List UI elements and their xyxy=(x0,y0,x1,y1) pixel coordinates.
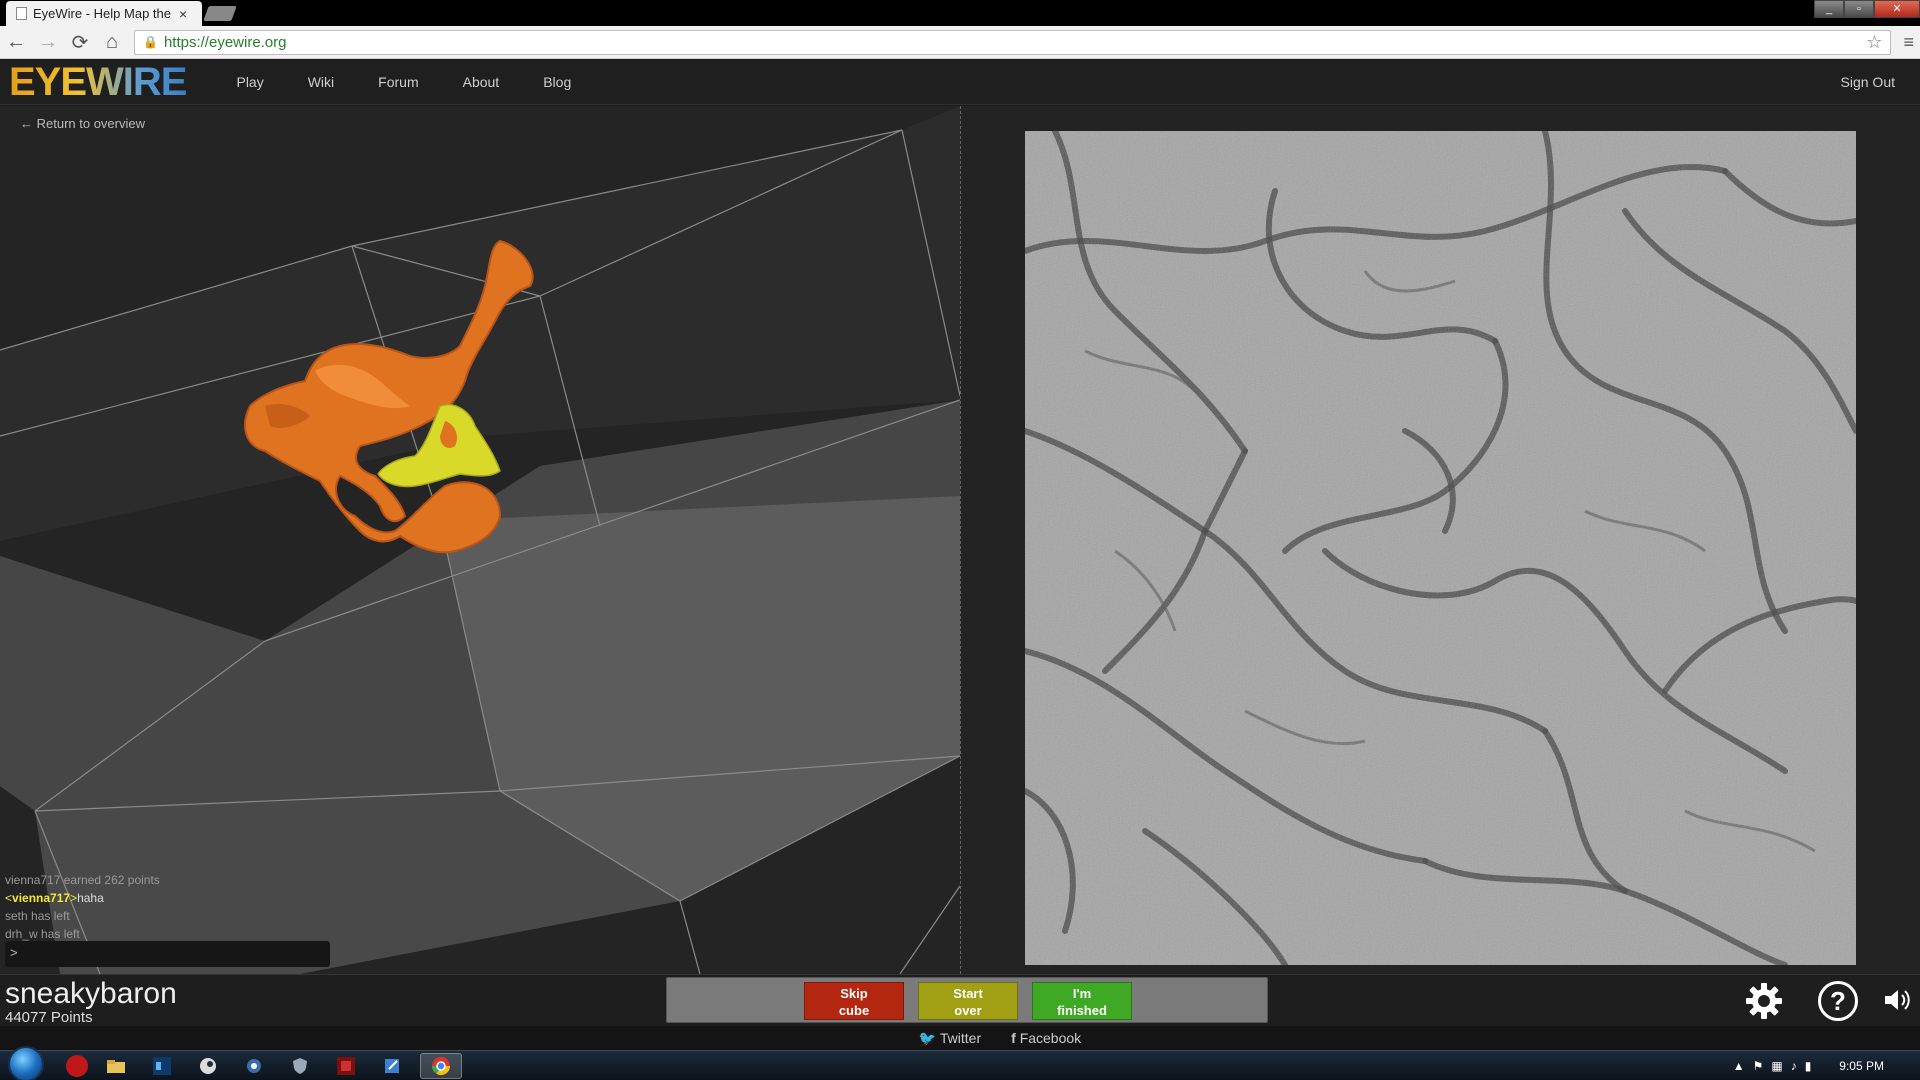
maximize-button[interactable]: ▫ xyxy=(1844,0,1874,18)
bookmark-star-icon[interactable]: ☆ xyxy=(1866,32,1882,53)
view-divider xyxy=(960,106,961,974)
clock[interactable]: 9:05 PM xyxy=(1839,1059,1884,1073)
note-icon[interactable] xyxy=(374,1053,410,1079)
button-label: Skip xyxy=(840,986,868,1001)
start-button[interactable] xyxy=(8,1045,44,1080)
steam-icon[interactable] xyxy=(190,1053,226,1079)
username[interactable]: sneakybaron xyxy=(5,977,177,1011)
facebook-icon: f xyxy=(1011,1030,1016,1046)
button-label: cube xyxy=(838,1003,870,1018)
browser-tab[interactable]: EyeWire - Help Map the R × xyxy=(6,1,202,26)
url-text[interactable]: https://eyewire.org xyxy=(164,34,287,51)
volume-icon[interactable]: ♪ xyxy=(1791,1059,1797,1073)
facebook-label: Facebook xyxy=(1019,1030,1082,1046)
nav-wiki[interactable]: Wiki xyxy=(286,74,356,90)
nav-forum[interactable]: Forum xyxy=(356,74,440,90)
main-nav: Play Wiki Forum About Blog xyxy=(214,74,593,90)
chat-line: <vienna717>haha xyxy=(5,889,335,907)
browser-tabstrip: EyeWire - Help Map the R × _ ▫ ✕ xyxy=(0,0,1920,26)
chat-username[interactable]: vienna717 xyxy=(12,891,70,905)
reload-icon[interactable]: ⟳ xyxy=(70,30,90,55)
tray-arrow-icon[interactable]: ▲ xyxy=(1733,1059,1745,1073)
chrome-icon[interactable] xyxy=(420,1052,462,1079)
action-panel: Skip cube Start over I'm finished xyxy=(666,977,1268,1023)
game-workspace: ← Return to overview vienna717 earned 26… xyxy=(0,106,1920,974)
social-links: 🐦 Twitter f Facebook xyxy=(0,1026,1920,1050)
nav-about[interactable]: About xyxy=(441,74,522,90)
facebook-link[interactable]: f Facebook xyxy=(1011,1030,1081,1046)
back-arrow-icon[interactable]: ← xyxy=(6,31,26,54)
tab-close-icon[interactable]: × xyxy=(179,6,187,22)
return-to-overview-link[interactable]: ← Return to overview xyxy=(20,116,145,131)
twitter-icon: 🐦 xyxy=(918,1029,937,1046)
button-label: Start xyxy=(953,986,983,1001)
start-over-button[interactable]: Start over xyxy=(918,982,1018,1020)
em-image[interactable] xyxy=(1025,131,1856,965)
button-label: finished xyxy=(1057,1003,1107,1018)
close-window-button[interactable]: ✕ xyxy=(1874,0,1920,18)
browser-menu-icon[interactable]: ≡ xyxy=(1903,32,1914,53)
chat-log: vienna717 earned 262 points <vienna717>h… xyxy=(5,871,335,943)
os-taskbar: ▲ ⚑ ▦ ♪ ▮ 9:05 PM xyxy=(0,1045,1920,1080)
3d-cube-scene[interactable] xyxy=(0,106,960,974)
window-controls: _ ▫ ✕ xyxy=(1814,0,1920,18)
chat-message: haha xyxy=(77,891,104,905)
3d-view[interactable]: ← Return to overview vienna717 earned 26… xyxy=(0,106,960,974)
signal-icon[interactable]: ▮ xyxy=(1805,1059,1812,1073)
button-label: over xyxy=(954,1003,982,1018)
new-tab-button[interactable] xyxy=(203,6,237,21)
minimize-button[interactable]: _ xyxy=(1814,0,1844,18)
app-icon[interactable] xyxy=(236,1053,272,1079)
shield-icon[interactable] xyxy=(282,1053,318,1079)
finished-button[interactable]: I'm finished xyxy=(1032,982,1132,1020)
twitter-link[interactable]: 🐦 Twitter xyxy=(919,1030,981,1047)
sign-out-link[interactable]: Sign Out xyxy=(1841,74,1895,90)
tab-title: EyeWire - Help Map the R xyxy=(33,6,173,21)
chat-line: vienna717 earned 262 points xyxy=(5,873,160,887)
forward-arrow-icon[interactable]: → xyxy=(38,31,58,54)
help-icon[interactable]: ? xyxy=(1818,981,1858,1021)
opera-icon[interactable] xyxy=(66,1054,88,1077)
skip-cube-button[interactable]: Skip cube xyxy=(804,982,904,1020)
browser-toolbar: ← → ⟳ ⌂ 🔒 https://eyewire.org ☆ ≡ xyxy=(0,26,1920,59)
folder-icon[interactable] xyxy=(98,1053,134,1079)
nav-blog[interactable]: Blog xyxy=(521,74,593,90)
points-count: 44077 Points xyxy=(5,1009,93,1026)
chat-bracket: < xyxy=(5,891,13,905)
eyewire-logo[interactable]: EYEWIRE xyxy=(9,60,187,105)
button-label: I'm xyxy=(1072,986,1092,1001)
flag-icon[interactable]: ⚑ xyxy=(1753,1059,1764,1073)
system-tray: ▲ ⚑ ▦ ♪ ▮ 9:05 PM xyxy=(1733,1059,1920,1073)
chat-input[interactable]: > xyxy=(5,941,330,967)
network-icon[interactable]: ▦ xyxy=(1771,1059,1782,1073)
game-icon[interactable] xyxy=(328,1053,364,1079)
screen: EyeWire - Help Map the R × _ ▫ ✕ ← → ⟳ ⌂… xyxy=(0,0,1920,1080)
address-bar[interactable]: 🔒 https://eyewire.org ☆ xyxy=(134,29,1892,55)
nav-play[interactable]: Play xyxy=(214,74,285,90)
chat-line: seth has left xyxy=(5,909,70,923)
site-header: EYEWIRE Play Wiki Forum About Blog Sign … xyxy=(0,60,1920,105)
speaker-icon[interactable] xyxy=(1882,985,1912,1015)
home-icon[interactable]: ⌂ xyxy=(102,31,122,54)
page-icon xyxy=(16,7,27,20)
lock-icon: 🔒 xyxy=(143,35,158,49)
em-slice-view[interactable] xyxy=(1025,131,1856,965)
player-bar: sneakybaron 44077 Points Skip cube Start o… xyxy=(0,974,1920,1026)
twitter-label: Twitter xyxy=(939,1029,982,1046)
gear-icon[interactable] xyxy=(1744,981,1784,1021)
photoshop-icon[interactable] xyxy=(144,1053,180,1079)
